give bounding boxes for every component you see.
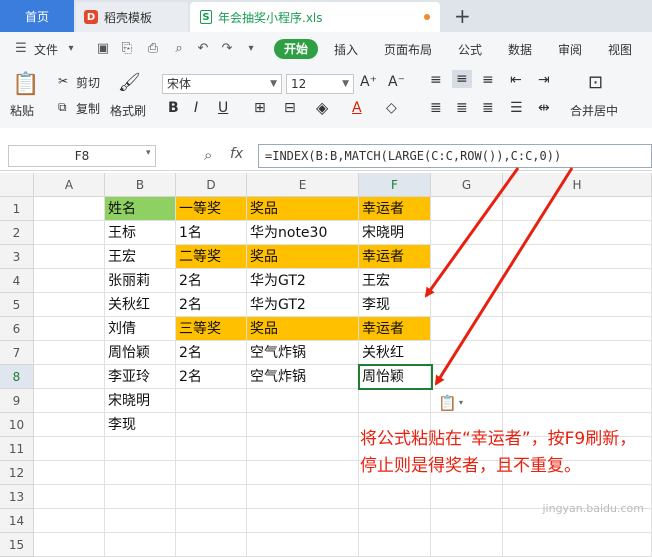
instruction-note: 将公式粘贴在“幸运者”，按F9刷新，停止则是得奖者，且不重复。 xyxy=(360,429,637,476)
cell-B15[interactable] xyxy=(105,533,176,557)
row-header-15[interactable]: 15 xyxy=(0,533,34,557)
cell-D15[interactable] xyxy=(176,533,247,557)
cell-H15[interactable] xyxy=(503,533,652,557)
cell-F15[interactable] xyxy=(359,533,431,557)
cell-A15[interactable] xyxy=(34,533,105,557)
watermark: jingyan.baidu.com xyxy=(542,502,644,515)
cell-E15[interactable] xyxy=(247,533,359,557)
arrow-to-f8 xyxy=(434,167,574,386)
cell-G15[interactable] xyxy=(431,533,503,557)
